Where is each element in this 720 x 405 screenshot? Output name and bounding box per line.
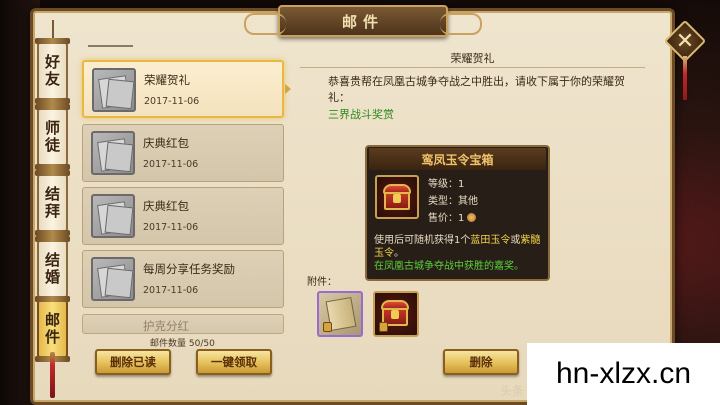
attachment-chest[interactable] [373, 291, 419, 337]
mail-date: 2017-11-06 [144, 96, 200, 107]
collect-all-button[interactable]: 一键领取 [196, 349, 272, 375]
mail-item[interactable]: 荣耀贺礼 2017-11-06 [82, 60, 284, 118]
letter-icon [91, 131, 135, 175]
desc-note: 在凤凰古城争夺战中获胜的嘉奖。 [374, 261, 524, 272]
detail-divider [300, 67, 645, 68]
mail-count: 邮件数量 50/50 [150, 339, 215, 349]
attachments-label: 附件： [307, 277, 337, 288]
desc-end: 。 [394, 248, 404, 259]
tab-label: 结婚 [43, 252, 61, 286]
desc-prefix: 使用后可随机获得1个 [374, 235, 471, 246]
mail-date: 2017-11-06 [143, 285, 199, 296]
mail-item[interactable]: 庆典红包 2017-11-06 [82, 124, 284, 182]
letter-icon [91, 257, 135, 301]
selected-pointer-icon [285, 84, 291, 94]
tooltip-item-name: 鸾凤玉令宝箱 [369, 148, 546, 170]
mail-detail-title: 荣耀贺礼 [450, 52, 495, 65]
mail-detail-body: 恭喜贵帮在凤凰古城争夺战之中胜出，请收下属于你的荣耀贺礼： [328, 75, 625, 104]
tab-mail[interactable]: 邮件 [35, 296, 70, 362]
lock-icon [323, 322, 332, 332]
mail-title: 护克分红 [143, 319, 189, 333]
mail-title: 庆典红包 [143, 199, 189, 213]
window-title: 邮件 [341, 12, 384, 31]
tooltip-type: 类型：其他 [428, 196, 478, 207]
watermark-source: 头条 [500, 384, 525, 398]
tooltip-description: 使用后可随机获得1个蓝田玉令或紫髓玉令。 在凤凰古城争夺战中获胜的嘉奖。 [374, 234, 546, 273]
window-title-plate: 邮件 [244, 5, 482, 37]
delete-read-button[interactable]: 删除已读 [95, 349, 171, 375]
mail-title: 每周分享任务奖励 [143, 262, 235, 276]
coin-icon [467, 213, 477, 222]
desc-mid: 或 [510, 235, 521, 246]
mail-item[interactable]: 每周分享任务奖励 2017-11-06 [82, 250, 284, 308]
lock-icon [379, 322, 388, 332]
desc-item-lantian: 蓝田玉令 [470, 235, 511, 246]
mail-item[interactable]: 庆典红包 2017-11-06 [82, 187, 284, 245]
delete-mail-button[interactable]: 删除 [443, 349, 519, 375]
close-tassel [683, 56, 687, 100]
tab-friends[interactable]: 好友 [35, 38, 70, 104]
tab-label: 结拜 [43, 186, 61, 220]
mail-title: 荣耀贺礼 [144, 73, 190, 87]
mail-detail-reward-line: 三界战斗奖赏 [328, 108, 394, 121]
tooltip-level: 等级：1 [428, 179, 465, 190]
chest-lock [393, 194, 401, 203]
list-scroll-top [88, 45, 133, 47]
mail-date: 2017-11-06 [143, 222, 199, 233]
tab-label: 邮件 [43, 312, 61, 346]
close-icon[interactable]: ✕ [670, 26, 700, 56]
tab-marriage[interactable]: 结婚 [35, 236, 70, 302]
tab-label: 师徒 [43, 120, 61, 154]
mail-date: 2017-11-06 [143, 159, 199, 170]
tab-label: 好友 [43, 54, 61, 88]
letter-icon [91, 194, 135, 238]
chest-lock [391, 310, 399, 319]
watermark-box: hn-xlzx.cn [527, 343, 720, 405]
tooltip-item-icon [375, 175, 419, 219]
letter-icon [92, 68, 136, 112]
mail-item[interactable]: 护克分红 [82, 314, 284, 334]
tooltip-price: 售价：1 [428, 209, 477, 224]
mail-title: 庆典红包 [143, 136, 189, 150]
tab-mentor[interactable]: 师徒 [35, 104, 70, 170]
watermark-text: hn-xlzx.cn [555, 357, 692, 390]
attachment-scroll[interactable] [317, 291, 363, 337]
tab-sworn[interactable]: 结拜 [35, 170, 70, 236]
tab-tassel [50, 352, 55, 398]
tooltip-price-text: 售价：1 [428, 213, 465, 224]
